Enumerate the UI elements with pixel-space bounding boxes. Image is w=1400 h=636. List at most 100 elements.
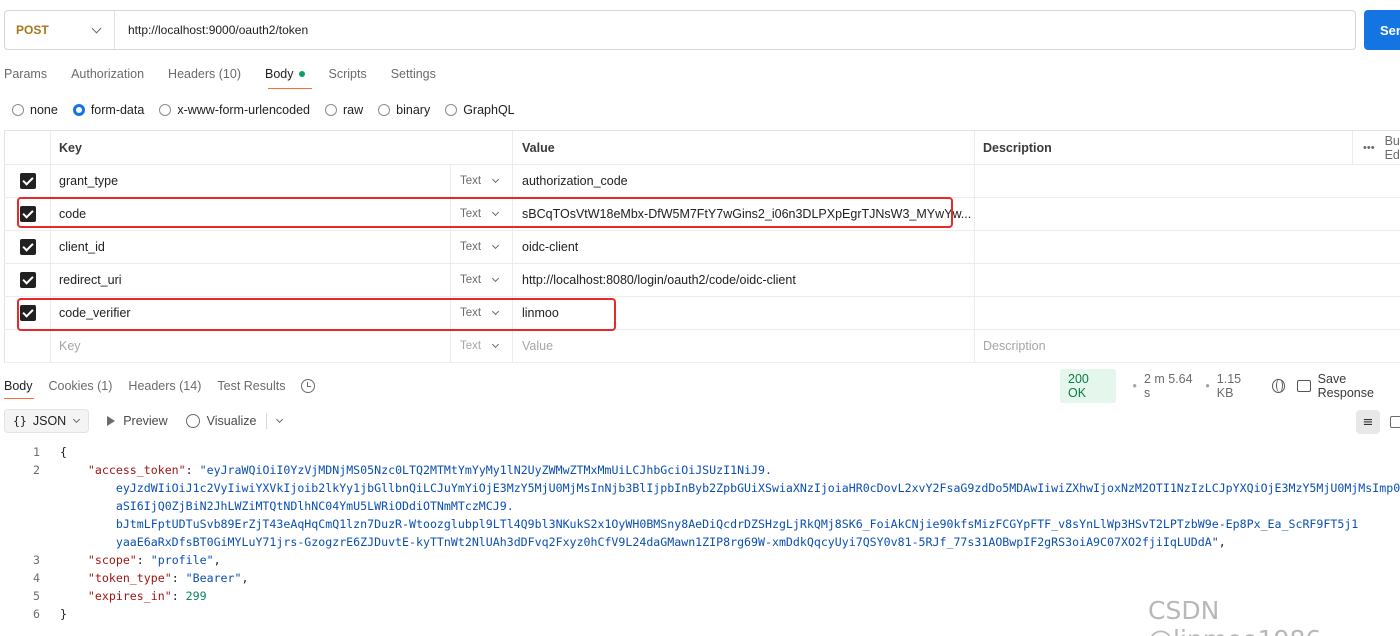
row-type-select[interactable]: Text xyxy=(450,165,512,197)
json-string: "profile" xyxy=(150,553,214,567)
row-description[interactable] xyxy=(974,165,1352,197)
tab-body[interactable]: Body xyxy=(265,67,305,81)
response-toolbar: {} JSON Preview Visualize xyxy=(4,409,284,433)
response-active-underline xyxy=(4,398,34,399)
code-text: { xyxy=(60,445,67,459)
type-label: Text xyxy=(460,274,482,286)
row-checkbox[interactable] xyxy=(4,165,50,197)
code-line: aSI6IjQ0ZjBiN2JhLWZiMTQtNDlhNC04YmU5LWRi… xyxy=(0,497,1400,515)
new-key-input[interactable]: Key xyxy=(50,330,450,362)
json-key: "scope" xyxy=(87,553,137,567)
type-label: Text xyxy=(460,340,482,352)
header-value: Value xyxy=(512,131,974,164)
chevron-down-icon xyxy=(492,340,500,349)
json-string: yaaE6aRxDfsBT0GiMYLuY71jrs-GzogzrE6ZJDuv… xyxy=(115,535,1219,549)
chevron-down-icon xyxy=(492,274,500,283)
chevron-down-icon xyxy=(73,415,81,424)
row-checkbox-empty xyxy=(4,330,50,362)
format-select[interactable]: {} JSON xyxy=(4,409,90,433)
tab-settings[interactable]: Settings xyxy=(391,67,436,81)
row-description[interactable] xyxy=(974,231,1352,263)
new-type-select[interactable]: Text xyxy=(450,330,512,362)
visualize-button[interactable]: Visualize xyxy=(185,414,257,428)
radio-urlencoded[interactable]: x-www-form-urlencoded xyxy=(159,103,310,117)
url-input[interactable] xyxy=(128,23,1328,37)
preview-button[interactable]: Preview xyxy=(107,414,168,428)
radio-icon xyxy=(12,104,24,116)
json-number: 299 xyxy=(185,589,207,603)
radio-raw[interactable]: raw xyxy=(325,103,363,117)
preview-label: Preview xyxy=(123,414,168,428)
tab-params[interactable]: Params xyxy=(4,67,47,81)
resp-tab-body[interactable]: Body xyxy=(4,379,33,393)
tab-authorization[interactable]: Authorization xyxy=(71,67,144,81)
globe-icon[interactable] xyxy=(1272,379,1286,393)
response-size[interactable]: 1.15 KB xyxy=(1217,372,1259,400)
row-checkbox[interactable] xyxy=(4,231,50,263)
radio-none[interactable]: none xyxy=(12,103,58,117)
chevron-down-icon xyxy=(492,241,500,250)
json-string: "eyJraWQiOiI0YzVjMDNjMS05Nzc0LTQ2MTMtYmY… xyxy=(199,463,772,477)
status-badge[interactable]: 200 OK xyxy=(1060,369,1116,403)
line-number: 6 xyxy=(33,607,40,621)
json-key: "access_token" xyxy=(87,463,186,477)
row-value[interactable]: oidc-client xyxy=(512,231,974,263)
code-text: bJtmLFptUDTuSvb89ErZjT43eAqHqCmQ1lzn7Duz… xyxy=(40,515,1358,533)
new-description-input[interactable]: Description xyxy=(974,330,1352,362)
radio-icon xyxy=(325,104,337,116)
tab-headers[interactable]: Headers (10) xyxy=(168,67,241,81)
bulk-edit-label: Bulk Edit xyxy=(1384,133,1400,162)
row-checkbox[interactable] xyxy=(4,264,50,296)
bulk-edit-button[interactable]: ••• Bulk Edit xyxy=(1352,131,1400,164)
row-description[interactable] xyxy=(974,264,1352,296)
url-bar: POST xyxy=(4,10,1356,50)
code-line: eyJzdWIiOiJ1c2VyIiwiYXVkIjoib2lkYy1jbGll… xyxy=(0,479,1400,497)
chevron-down-icon[interactable] xyxy=(276,415,284,424)
table-row-empty: Key Text Value Description xyxy=(4,330,1400,363)
row-key[interactable]: grant_type xyxy=(50,165,450,197)
row-value[interactable]: authorization_code xyxy=(512,165,974,197)
row-description[interactable] xyxy=(974,198,1352,230)
line-number xyxy=(0,479,40,497)
resp-tab-headers[interactable]: Headers (14) xyxy=(128,379,201,393)
tab-scripts[interactable]: Scripts xyxy=(329,67,367,81)
row-key[interactable]: redirect_uri xyxy=(50,264,450,296)
new-value-input[interactable]: Value xyxy=(512,330,974,362)
code-text: "scope": "profile", xyxy=(87,553,221,567)
radio-binary[interactable]: binary xyxy=(378,103,430,117)
wrap-lines-button[interactable]: ≡ xyxy=(1356,410,1380,434)
method-select[interactable]: POST xyxy=(5,11,115,49)
header-type-cell xyxy=(450,131,512,164)
send-button[interactable]: Send xyxy=(1364,10,1400,50)
response-meta: 200 OK • 2 m 5.64 s • 1.15 KB Save Respo… xyxy=(1060,369,1400,403)
history-icon[interactable] xyxy=(301,379,316,393)
row-description[interactable] xyxy=(974,297,1352,329)
radio-form-data[interactable]: form-data xyxy=(72,103,144,117)
code-text: } xyxy=(60,607,67,621)
resp-tab-test-results[interactable]: Test Results xyxy=(217,379,285,393)
row-key[interactable]: client_id xyxy=(50,231,450,263)
chevron-down-icon xyxy=(492,175,500,184)
radio-icon xyxy=(159,104,172,116)
copy-icon[interactable] xyxy=(1390,416,1400,428)
radio-graphql[interactable]: GraphQL xyxy=(445,103,515,117)
visualize-label: Visualize xyxy=(206,414,257,428)
code-line: 4 "token_type": "Bearer", xyxy=(0,569,1400,587)
code-text: "expires_in": 299 xyxy=(87,589,207,603)
separator-dot: • xyxy=(1205,379,1210,393)
play-icon xyxy=(107,416,116,426)
toolbar-divider xyxy=(266,413,268,429)
response-time[interactable]: 2 m 5.64 s xyxy=(1144,372,1198,400)
row-value[interactable]: http://localhost:8080/login/oauth2/code/… xyxy=(512,264,974,296)
line-number: 5 xyxy=(33,589,40,603)
line-number: 2 xyxy=(33,463,40,477)
line-number xyxy=(0,497,40,515)
radio-label: binary xyxy=(396,103,431,117)
row-type-select[interactable]: Text xyxy=(450,264,512,296)
code-line: 1 { xyxy=(0,443,1400,461)
row-type-select[interactable]: Text xyxy=(450,231,512,263)
table-row: client_id Text oidc-client xyxy=(4,231,1400,264)
resp-tab-cookies[interactable]: Cookies (1) xyxy=(49,379,113,393)
save-response-button[interactable]: Save Response xyxy=(1318,372,1400,400)
request-tabs: Params Authorization Headers (10) Body S… xyxy=(4,64,460,84)
